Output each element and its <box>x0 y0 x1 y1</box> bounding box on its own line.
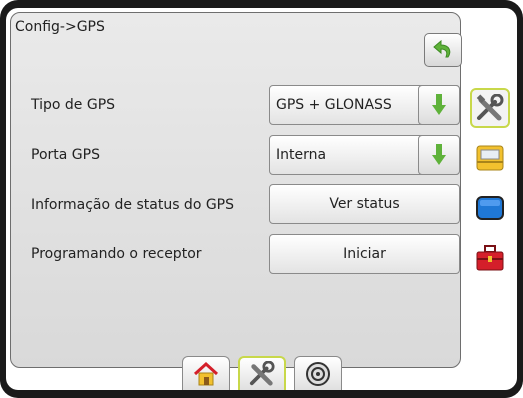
side-tab-console[interactable] <box>470 138 510 178</box>
gps-port-select[interactable]: Interna <box>269 135 460 175</box>
home-icon <box>193 361 219 385</box>
start-button[interactable]: Iniciar <box>269 234 460 274</box>
start-label: Iniciar <box>343 246 386 262</box>
guidance-icon <box>306 361 330 386</box>
screen: Config->GPS Tipo de GPS GPS + GLONASS Po… <box>6 8 517 390</box>
gps-port-dropdown-button[interactable] <box>418 135 460 175</box>
tools-icon <box>476 94 504 121</box>
gps-port-value: Interna <box>276 147 327 163</box>
gps-type-select[interactable]: GPS + GLONASS <box>269 85 460 125</box>
side-tab-display[interactable] <box>470 188 510 228</box>
bottom-tab-guidance[interactable] <box>294 356 342 390</box>
view-status-label: Ver status <box>329 196 400 212</box>
bottom-tab-tools[interactable] <box>238 356 286 390</box>
gps-type-label: Tipo de GPS <box>31 97 116 113</box>
green-down-arrow-icon <box>432 144 446 165</box>
tools-icon <box>249 361 275 386</box>
page-title: Config->GPS <box>15 19 105 35</box>
gps-type-value: GPS + GLONASS <box>276 97 392 113</box>
toolbox-icon <box>476 245 504 271</box>
back-button[interactable] <box>424 33 462 67</box>
config-panel: Config->GPS Tipo de GPS GPS + GLONASS Po… <box>10 12 462 368</box>
back-arrow-icon <box>433 40 451 58</box>
program-receiver-label: Programando o receptor <box>31 246 202 262</box>
side-tab-tools[interactable] <box>470 88 510 128</box>
side-tab-toolbox[interactable] <box>470 238 510 278</box>
display-icon <box>476 196 504 220</box>
bottom-tab-home[interactable] <box>182 356 230 390</box>
console-icon <box>476 145 504 171</box>
gps-status-label: Informação de status do GPS <box>31 197 235 213</box>
green-down-arrow-icon <box>432 94 446 115</box>
gps-type-dropdown-button[interactable] <box>418 85 460 125</box>
gps-port-label: Porta GPS <box>31 147 100 163</box>
view-status-button[interactable]: Ver status <box>269 184 460 224</box>
